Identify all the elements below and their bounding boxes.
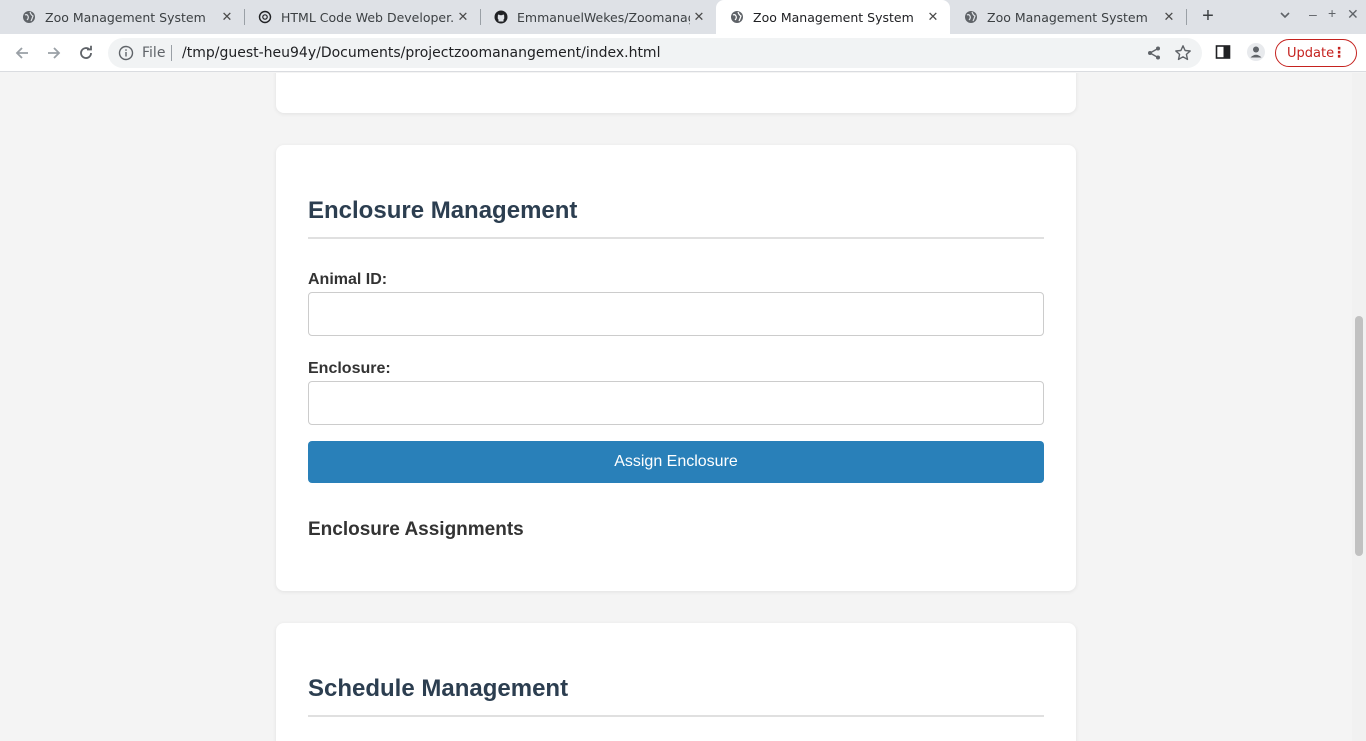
enclosure-management-card: Enclosure Management Animal ID: Enclosur… bbox=[276, 145, 1076, 591]
enclosure-assignments-heading: Enclosure Assignments bbox=[308, 519, 524, 540]
close-icon[interactable]: ✕ bbox=[1160, 10, 1178, 25]
share-icon[interactable] bbox=[1146, 45, 1162, 66]
close-icon[interactable]: ✕ bbox=[218, 10, 236, 25]
forward-icon[interactable] bbox=[44, 43, 64, 63]
scrollbar-thumb[interactable] bbox=[1355, 316, 1363, 556]
chatgpt-icon bbox=[258, 10, 272, 24]
tab-search-icon[interactable] bbox=[1279, 8, 1291, 24]
tab-title: Zoo Management System bbox=[45, 9, 206, 25]
page-scrollbar[interactable] bbox=[1352, 73, 1366, 741]
url-text[interactable]: /tmp/guest-heu94y/Documents/projectzooma… bbox=[182, 45, 660, 61]
tab-title: EmmanuelWekes/Zoomanage bbox=[517, 9, 690, 25]
browser-tab[interactable]: EmmanuelWekes/Zoomanage ✕ bbox=[472, 0, 716, 34]
back-icon[interactable] bbox=[12, 43, 32, 63]
globe-icon bbox=[730, 10, 744, 24]
tab-title: HTML Code Web Developer. bbox=[281, 9, 454, 25]
info-icon[interactable] bbox=[118, 45, 134, 66]
browser-toolbar: File /tmp/guest-heu94y/Documents/project… bbox=[0, 34, 1366, 72]
browser-tab[interactable]: Zoo Management System ✕ bbox=[0, 0, 244, 34]
bookmark-star-icon[interactable] bbox=[1174, 44, 1192, 67]
reload-icon[interactable] bbox=[76, 43, 96, 63]
window-close-icon[interactable]: ✕ bbox=[1347, 6, 1359, 23]
update-label: Update bbox=[1287, 45, 1335, 61]
globe-icon bbox=[964, 10, 978, 24]
close-icon[interactable]: ✕ bbox=[690, 10, 708, 25]
address-bar[interactable]: File /tmp/guest-heu94y/Documents/project… bbox=[108, 38, 1202, 68]
page-viewport: Enclosure Management Animal ID: Enclosur… bbox=[0, 73, 1352, 741]
previous-section-card bbox=[276, 73, 1076, 113]
update-button[interactable]: Update ⋮ bbox=[1275, 39, 1357, 67]
url-scheme: File bbox=[142, 45, 166, 61]
maximize-icon[interactable]: + bbox=[1328, 5, 1336, 21]
address-divider bbox=[171, 45, 172, 61]
section-title: Enclosure Management bbox=[308, 197, 578, 224]
new-tab-icon[interactable]: + bbox=[1198, 6, 1218, 26]
globe-icon bbox=[22, 10, 36, 24]
side-panel-icon[interactable] bbox=[1215, 44, 1231, 65]
close-icon[interactable]: ✕ bbox=[924, 10, 942, 25]
tab-title: Zoo Management System bbox=[987, 9, 1148, 25]
profile-avatar-icon[interactable] bbox=[1246, 42, 1266, 67]
minimize-icon[interactable]: – bbox=[1309, 6, 1317, 22]
enclosure-label: Enclosure: bbox=[308, 360, 391, 377]
close-icon[interactable]: ✕ bbox=[454, 10, 472, 25]
animal-id-label: Animal ID: bbox=[308, 271, 388, 288]
browser-tab-active[interactable]: Zoo Management System ✕ bbox=[716, 0, 950, 34]
tab-strip: Zoo Management System ✕ HTML Code Web De… bbox=[0, 0, 1366, 34]
browser-tab[interactable]: HTML Code Web Developer. ✕ bbox=[236, 0, 480, 34]
section-divider bbox=[308, 715, 1044, 717]
more-menu-icon[interactable]: ⋮ bbox=[1332, 46, 1346, 60]
assign-enclosure-button[interactable]: Assign Enclosure bbox=[308, 441, 1044, 483]
section-divider bbox=[308, 237, 1044, 239]
animal-id-input[interactable] bbox=[308, 292, 1044, 336]
tab-divider bbox=[1186, 9, 1187, 25]
browser-tab[interactable]: Zoo Management System ✕ bbox=[950, 0, 1186, 34]
enclosure-input[interactable] bbox=[308, 381, 1044, 425]
schedule-management-card: Schedule Management bbox=[276, 623, 1076, 741]
tab-title: Zoo Management System bbox=[753, 9, 914, 25]
github-icon bbox=[494, 10, 508, 24]
section-title: Schedule Management bbox=[308, 675, 569, 702]
